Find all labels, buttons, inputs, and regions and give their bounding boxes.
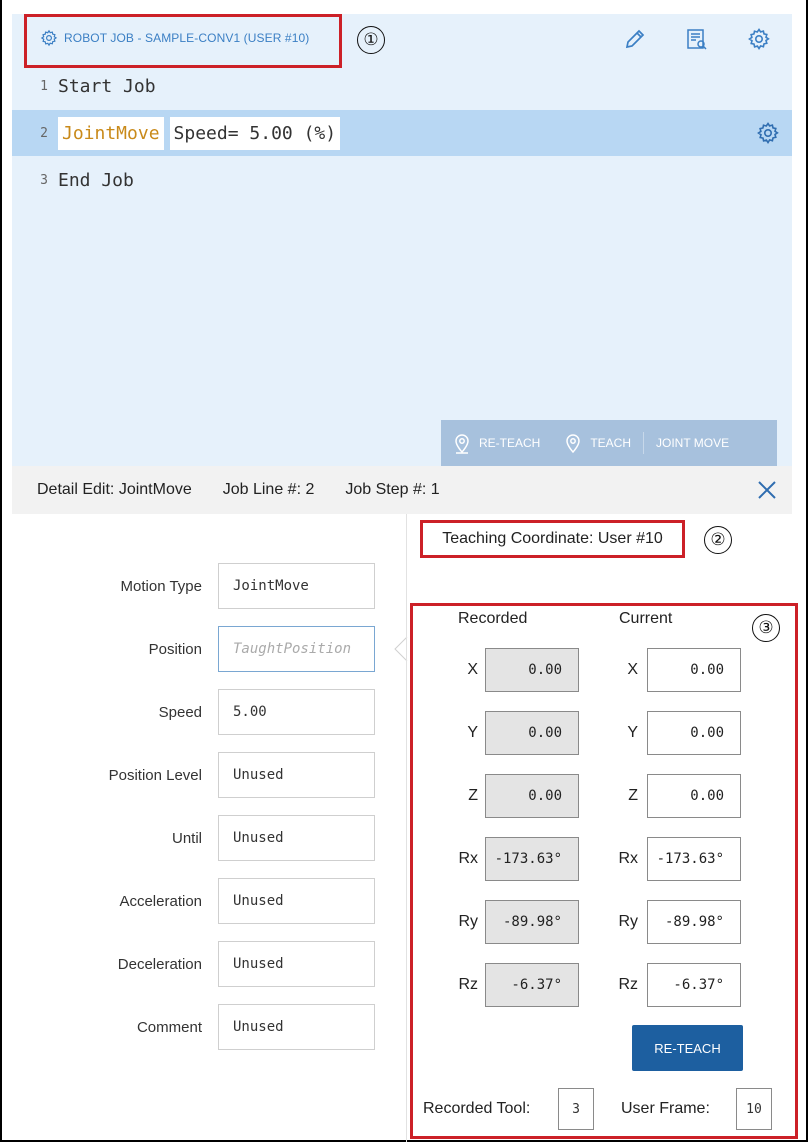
recorded-header: Recorded [458,610,528,627]
close-icon[interactable] [756,479,778,501]
comment-row: Comment Unused [12,1004,382,1050]
line-text: End Job [58,169,134,191]
command-token[interactable]: JointMove [58,116,164,150]
location-pin-icon [455,434,469,454]
teaching-coordinate-label: Teaching Coordinate: User #10 [420,520,685,558]
line-text: Start Job [58,75,156,97]
speed-label: Speed [158,704,202,721]
motion-type-row: Motion Type JointMove [12,563,382,609]
line-number: 1 [40,78,48,94]
position-level-row: Position Level Unused [12,752,382,798]
current-axis-label: X [627,661,638,678]
position-row: Position TaughtPosition [12,626,382,672]
until-label: Until [171,830,202,847]
callout-number-1: ① [357,26,385,54]
job-step-label: Job Step #: 1 [345,481,440,498]
current-axis-label: Rx [618,850,638,867]
current-rz-field[interactable]: -6.37° [647,963,741,1007]
gear-icon[interactable] [756,121,780,145]
current-axis-label: Rz [618,976,638,993]
current-ry-field[interactable]: -89.98° [647,900,741,944]
job-line-2[interactable]: 2 JointMove Speed= 5.00 (%) [12,110,792,156]
teach-label: TEACH [590,436,632,450]
acceleration-row: Acceleration Unused [12,878,382,924]
gear-icon[interactable] [746,26,772,52]
jointmove-action-button[interactable]: JOINT MOVE [644,420,741,466]
recorded-z-field: 0.00 [485,774,579,818]
recorded-axis-label: Z [468,787,478,804]
preview-icon[interactable] [684,26,710,52]
teach-action-button[interactable]: TEACH [552,420,643,466]
motion-type-label: Motion Type [120,578,202,595]
recorded-x-field: 0.00 [485,648,579,692]
jointmove-label: JOINT MOVE [656,436,730,450]
user-frame-field[interactable]: 10 [736,1088,772,1130]
teach-action-bar: RE-TEACH TEACH JOINT MOVE [441,420,777,466]
recorded-axis-label: Ry [458,913,478,930]
line-number: 2 [40,125,48,141]
recorded-axis-label: Rz [458,976,478,993]
line-number: 3 [40,172,48,188]
current-axis-label: Ry [618,913,638,930]
motion-type-field[interactable]: JointMove [218,563,375,609]
recorded-axis-label: Rx [458,850,478,867]
job-line-3[interactable]: 3 End Job [12,157,792,203]
callout-number-3: ③ [752,614,780,642]
position-label: Position [148,641,202,658]
deceleration-field[interactable]: Unused [218,941,375,987]
recorded-y-field: 0.00 [485,711,579,755]
parameter-token[interactable]: Speed= 5.00 (%) [169,116,341,150]
job-line-label: Job Line #: 2 [222,481,315,498]
reteach-button[interactable]: RE-TEACH [632,1025,743,1071]
recorded-rz-field: -6.37° [485,963,579,1007]
current-axis-label: Z [628,787,638,804]
current-x-field[interactable]: 0.00 [647,648,741,692]
current-z-field[interactable]: 0.00 [647,774,741,818]
location-pin-icon [566,434,581,454]
job-line-1[interactable]: 1 Start Job [12,63,792,109]
callout-number-2: ② [704,526,732,554]
current-rx-field[interactable]: -173.63° [647,837,741,881]
recorded-axis-label: Y [467,724,478,741]
current-header: Current [619,610,673,627]
until-row: Until Unused [12,815,382,861]
recorded-ry-field: -89.98° [485,900,579,944]
panel-divider [406,514,407,1142]
acceleration-label: Acceleration [119,893,202,910]
teaching-coordinate-text: Teaching Coordinate: User #10 [442,530,663,547]
speed-field[interactable]: 5.00 [218,689,375,735]
detail-edit-header: Detail Edit: JointMove Job Line #: 2 Job… [12,466,792,514]
comment-field[interactable]: Unused [218,1004,375,1050]
user-frame-label: User Frame: [621,1100,710,1117]
pencil-icon[interactable] [622,26,648,52]
position-level-label: Position Level [108,767,202,784]
current-y-field[interactable]: 0.00 [647,711,741,755]
detail-title: Detail Edit: JointMove [37,481,192,498]
recorded-tool-field[interactable]: 3 [558,1088,594,1130]
deceleration-row: Deceleration Unused [12,941,382,987]
current-axis-label: Y [627,724,638,741]
reteach-label: RE-TEACH [479,436,541,450]
speed-row: Speed 5.00 [12,689,382,735]
comment-label: Comment [136,1019,202,1036]
deceleration-label: Deceleration [117,956,202,973]
callout-box-job-title [24,14,342,68]
recorded-rx-field: -173.63° [485,837,579,881]
position-level-field[interactable]: Unused [218,752,375,798]
recorded-axis-label: X [467,661,478,678]
acceleration-field[interactable]: Unused [218,878,375,924]
position-field[interactable]: TaughtPosition [218,626,375,672]
reteach-action-button[interactable]: RE-TEACH [441,420,552,466]
recorded-tool-label: Recorded Tool: [423,1100,531,1117]
job-editor: ROBOT JOB - SAMPLE-CONV1 (USER #10) 1 St… [12,14,792,466]
until-field[interactable]: Unused [218,815,375,861]
